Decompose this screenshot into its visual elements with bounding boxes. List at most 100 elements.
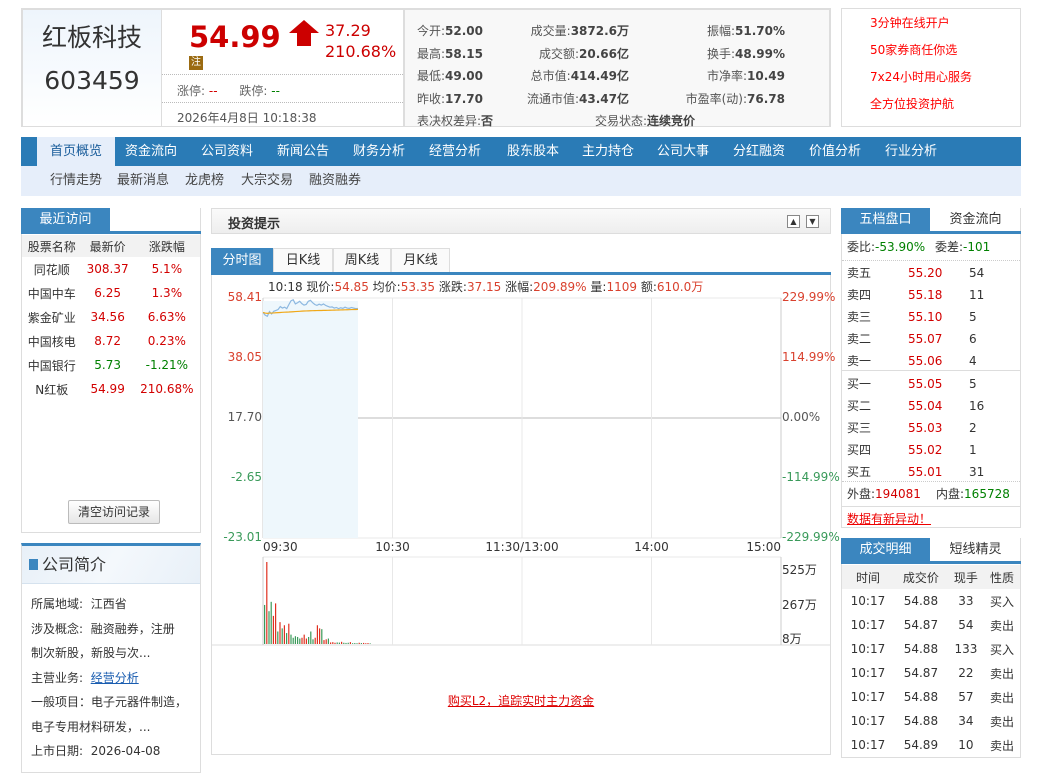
nav-tab[interactable]: 公司资料 — [201, 137, 253, 166]
trade-time: 10:17 — [850, 714, 886, 728]
stat-label: 最低: — [417, 69, 446, 83]
nav-tab[interactable]: 首页概览 — [37, 137, 116, 166]
scroll-down-button[interactable]: ▼ — [806, 215, 819, 228]
price-change: 37.29 210.68% — [325, 20, 396, 62]
recent-row[interactable]: 同花顺 308.37 5.1% — [22, 257, 200, 281]
limit-prices: 涨停: -- 跌停: -- — [177, 82, 280, 99]
value: 165728 — [964, 487, 1010, 501]
stock-name[interactable]: 同花顺 — [22, 257, 82, 281]
trade-side: 卖出 — [989, 666, 1014, 681]
volume-bar — [297, 636, 299, 644]
nav-tab[interactable]: 财务分析 — [353, 137, 405, 166]
recent-row[interactable]: 中国核电 8.72 0.23% — [22, 329, 200, 353]
promo-link[interactable]: 全方位投资护航 — [870, 96, 1020, 123]
stock-identity: 红板科技 603459 — [23, 10, 162, 126]
nav-tab[interactable]: 价值分析 — [809, 137, 861, 166]
trades-table: 时间 成交价 现手 性质 10:17 54.88 33 买入 10:17 54.87 54 卖… — [842, 565, 1020, 757]
stat-label: 昨收: — [417, 91, 446, 106]
trade-side: 卖出 — [989, 618, 1014, 633]
sell-level: 卖五 55.20 54 — [847, 262, 1017, 284]
volume-bar — [358, 642, 360, 644]
quote-header: 红板科技 603459 54.99 注 37.29 210.68% 涨停: --… — [21, 8, 831, 128]
buy-l2-link[interactable]: 购买L2，追踪实时主力资金 — [212, 692, 830, 709]
stat-value: 49.00 — [445, 69, 484, 83]
tab-daily-k[interactable]: 日K线 — [273, 248, 333, 272]
stat-value: 3872.6万 — [570, 24, 629, 38]
promo-link[interactable]: 3分钟在线开户 — [870, 15, 1020, 42]
stat-label: 市盈率(动): — [685, 91, 748, 106]
tab-weekly-k[interactable]: 周K线 — [333, 248, 391, 272]
stat-item: 市净率:10.49 — [707, 67, 785, 84]
volume-bar — [325, 639, 327, 644]
trade-price: 54.88 — [903, 690, 939, 704]
recent-row[interactable]: 中国银行 5.73 -1.21% — [22, 353, 200, 377]
recent-row[interactable]: N红板 54.99 210.68% — [22, 377, 200, 401]
nav-tab[interactable]: 主力持仓 — [582, 137, 634, 166]
tab-order-book[interactable]: 五档盘口 — [841, 208, 930, 232]
volume-bar — [369, 643, 371, 644]
tab-intraday[interactable]: 分时图 — [211, 248, 273, 272]
volume-bar — [345, 642, 347, 644]
sell-level: 卖二 55.07 6 — [847, 328, 1017, 350]
business-analysis-link[interactable]: 经营分析 — [91, 671, 139, 685]
clear-history-button[interactable]: 清空访问记录 — [68, 500, 160, 524]
data-alert-link[interactable]: 数据有新异动！ — [847, 510, 931, 527]
subnav-item[interactable]: 最新消息 — [117, 166, 169, 196]
sell-level: 卖一 55.06 4 — [847, 350, 1017, 372]
level-label: 买四 — [847, 443, 872, 457]
level-label: 卖一 — [847, 354, 872, 368]
nav-tab[interactable]: 新闻公告 — [277, 137, 329, 166]
volume-bar — [288, 623, 290, 644]
stock-name[interactable]: 紫金矿业 — [22, 305, 82, 329]
stock-name[interactable]: 中国中车 — [22, 281, 82, 305]
stat-item: 振幅:51.70% — [707, 22, 785, 39]
subnav-item[interactable]: 龙虎榜 — [185, 166, 224, 196]
latest-price: 8.72 — [94, 334, 122, 348]
level-price: 55.20 — [908, 266, 943, 280]
subnav-item[interactable]: 行情走势 — [50, 166, 102, 196]
tab-recent-visits[interactable]: 最近访问 — [21, 208, 110, 232]
stock-code: 603459 — [44, 66, 140, 95]
promo-link[interactable]: 7x24小时用心服务 — [870, 69, 1020, 96]
tab-monthly-k[interactable]: 月K线 — [391, 248, 450, 272]
volume-bar — [266, 562, 268, 644]
volume-bar — [347, 642, 349, 644]
investment-tips-bar: 投资提示 ▲ ▼ — [211, 208, 831, 234]
buy-level: 买五 55.01 31 — [847, 461, 1017, 483]
stat-label: 换手: — [706, 46, 736, 61]
nav-tab[interactable]: 分红融资 — [733, 137, 785, 166]
level-volume: 54 — [969, 266, 985, 280]
column-header: 现手 — [947, 565, 984, 589]
subnav-item[interactable]: 融资融券 — [309, 166, 361, 196]
volume-axis-label: 267万 — [782, 598, 817, 612]
intraday-chart[interactable]: 10:18 现价:54.85 均价:53.35 涨跌:37.15 涨幅:209.… — [211, 275, 840, 755]
recent-row[interactable]: 紫金矿业 34.56 6.63% — [22, 305, 200, 329]
nav-tab[interactable]: 资金流向 — [125, 137, 177, 166]
stat-label: 交易状态: — [595, 114, 648, 128]
recent-row[interactable]: 中国中车 6.25 1.3% — [22, 281, 200, 305]
trade-side: 卖出 — [989, 690, 1014, 705]
change-pct: 5.1% — [151, 262, 183, 276]
tab-short-term-wizard[interactable]: 短线精灵 — [930, 538, 1021, 562]
volume-bar — [332, 642, 334, 644]
nav-tab[interactable]: 公司大事 — [657, 137, 709, 166]
outer-inner: 外盘:194081 内盘:165728 — [847, 483, 1017, 505]
diff-label: 委差:-101 — [935, 236, 990, 258]
stock-name[interactable]: 中国银行 — [22, 353, 82, 377]
tab-fund-flow[interactable]: 资金流向 — [930, 208, 1021, 232]
tab-trade-detail[interactable]: 成交明细 — [841, 538, 930, 562]
scroll-up-button[interactable]: ▲ — [787, 215, 800, 228]
stock-name[interactable]: N红板 — [22, 377, 82, 401]
order-book-panel: 五档盘口 资金流向 委比:-53.90% 委差:-101 卖五 55.20 54 卖四… — [841, 208, 1021, 528]
stock-name[interactable]: 中国核电 — [22, 329, 82, 353]
subnav-item[interactable]: 大宗交易 — [241, 166, 293, 196]
nav-tab[interactable]: 行业分析 — [885, 137, 937, 166]
nav-tab[interactable]: 股东股本 — [507, 137, 559, 166]
up-arrow-icon — [289, 20, 319, 33]
tips-title: 投资提示 — [228, 217, 281, 232]
promo-link[interactable]: 50家券商任你选 — [870, 42, 1020, 69]
panel-header: 五档盘口 资金流向 — [841, 208, 1021, 234]
nav-tab[interactable]: 经营分析 — [429, 137, 481, 166]
volume-bar — [319, 628, 321, 644]
value: -53.90% — [875, 240, 926, 254]
